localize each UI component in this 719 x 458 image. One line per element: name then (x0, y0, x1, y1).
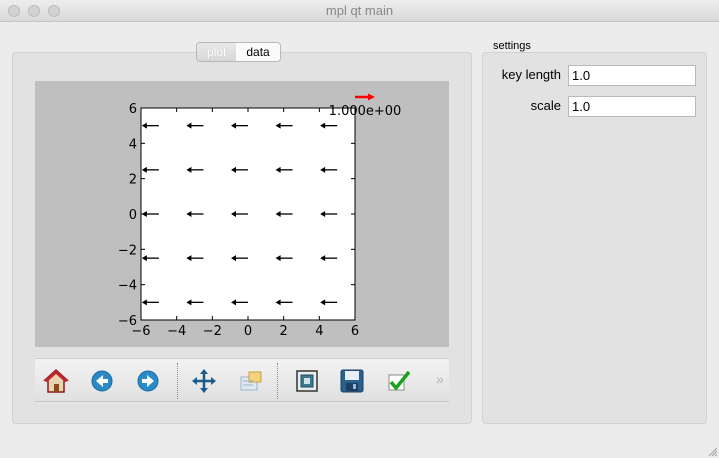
y-tick-label: 2 (129, 173, 137, 188)
x-tick-label: 2 (280, 324, 288, 339)
x-tick-label: −4 (167, 324, 186, 339)
plot-figure[interactable]: −6 −4 −2 0 2 4 6 −6 −4 −2 0 2 4 6 1.000e+00 (35, 81, 449, 347)
y-tick-label: −2 (118, 243, 137, 258)
x-tick-label: 0 (244, 324, 252, 339)
key-length-label: key length (501, 67, 561, 82)
y-tick-label: 4 (129, 137, 137, 152)
apply-button[interactable] (385, 367, 413, 395)
x-tick-label: −2 (203, 324, 222, 339)
zoom-to-rect-button[interactable] (293, 367, 321, 395)
window-title: mpl qt main (325, 3, 394, 18)
tab-bar: plot data (196, 42, 281, 62)
pan-button[interactable] (190, 367, 218, 395)
configure-subplots-icon (240, 371, 262, 391)
forward-icon (137, 370, 159, 392)
toolbar-separator (177, 363, 178, 399)
key-length-input[interactable] (568, 65, 696, 86)
y-tick-label: −6 (118, 314, 137, 329)
configure-subplots-button[interactable] (237, 367, 265, 395)
scale-input[interactable] (568, 96, 696, 117)
check-icon (388, 370, 411, 391)
save-icon (340, 369, 364, 393)
tab-data[interactable]: data (236, 43, 280, 61)
tab-plot[interactable]: plot (197, 43, 237, 61)
settings-title: settings (492, 40, 532, 52)
title-bar: mpl qt main (0, 0, 719, 22)
home-button[interactable] (42, 367, 70, 395)
y-tick-label: 6 (129, 102, 137, 117)
x-tick-label: 4 (315, 324, 323, 339)
navigation-toolbar: » (35, 358, 449, 402)
quiver-chart[interactable]: −6 −4 −2 0 2 4 6−6−4−20246 1.000e+00 (35, 81, 449, 347)
home-icon (43, 368, 69, 393)
save-button[interactable] (338, 367, 366, 395)
resize-grip-icon[interactable] (707, 446, 717, 456)
back-icon (91, 370, 113, 392)
toolbar-overflow-button[interactable]: » (436, 371, 444, 387)
back-button[interactable] (88, 367, 116, 395)
pan-icon (192, 369, 216, 393)
zoom-to-rect-icon (296, 370, 318, 392)
toolbar-separator (277, 363, 278, 399)
quiver-key-arrow-head (368, 93, 375, 101)
quiver-key-label: 1.000e+00 (329, 104, 402, 119)
x-tick-label: 6 (351, 324, 359, 339)
scale-label: scale (530, 98, 561, 113)
y-tick-label: 0 (129, 208, 137, 223)
y-tick-label: −4 (118, 279, 137, 294)
forward-button[interactable] (134, 367, 162, 395)
